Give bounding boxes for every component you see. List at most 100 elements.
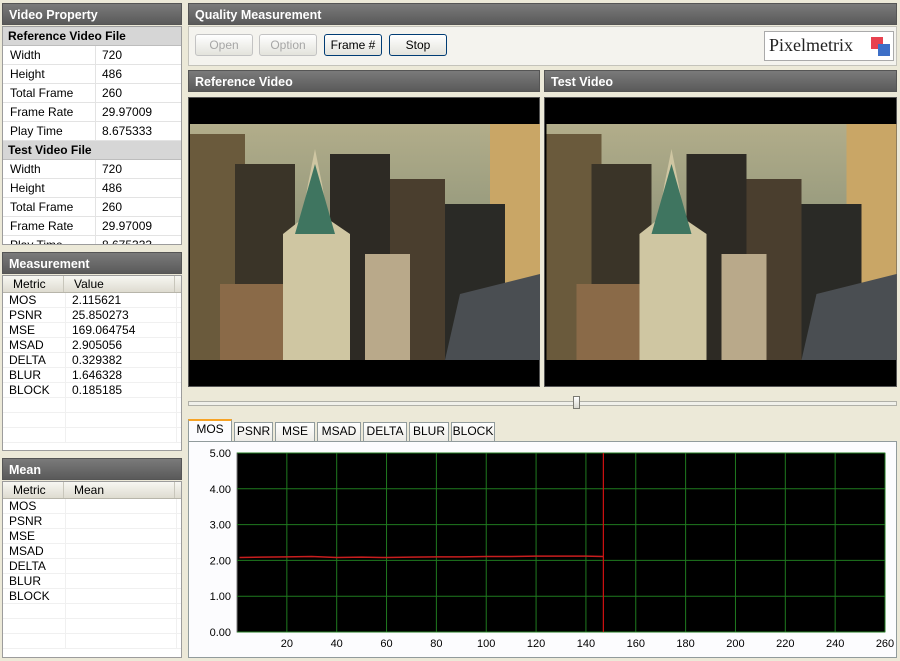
property-label: Frame Rate: [3, 217, 96, 235]
value-cell: [66, 559, 177, 573]
table-row[interactable]: BLUR 1.646328: [3, 368, 181, 383]
video-property-panel: Reference Video File Width 720 Height 486 To…: [2, 26, 182, 245]
tab-mos[interactable]: MOS: [188, 419, 232, 442]
property-value: 8.675333: [102, 124, 153, 138]
metric-cell: BLUR: [3, 368, 66, 382]
metric-cell: DELTA: [3, 353, 66, 367]
y-tick-label: 0.00: [210, 627, 231, 639]
property-row: Height 486: [3, 179, 181, 198]
value-cell: [66, 413, 177, 427]
table-row[interactable]: [3, 619, 181, 634]
table-row[interactable]: [3, 413, 181, 428]
open-button[interactable]: Open: [195, 34, 253, 56]
table-row[interactable]: PSNR 25.850273: [3, 308, 181, 323]
table-row[interactable]: [3, 634, 181, 649]
metric-cell: MSAD: [3, 544, 66, 558]
mean-title: Mean: [9, 463, 41, 477]
mean-grid[interactable]: Metric Mean MOS PSNR MSE MSAD DELTA BLUR BLOCK: [2, 481, 182, 658]
test-video-image: [546, 124, 897, 360]
tab-delta[interactable]: DELTA: [363, 422, 407, 441]
x-tick-label: 260: [876, 638, 894, 650]
column-value[interactable]: Value: [64, 276, 175, 292]
tab-blur[interactable]: BLUR: [409, 422, 449, 441]
measurement-grid-header: Metric Value: [3, 276, 181, 293]
y-tick-label: 4.00: [210, 484, 231, 496]
slider-thumb[interactable]: [573, 396, 580, 409]
test-video-label: Test Video: [551, 75, 614, 89]
table-row[interactable]: MOS: [3, 499, 181, 514]
mean-header: Mean: [2, 458, 182, 480]
value-cell: [66, 544, 177, 558]
frame-number-button[interactable]: Frame #: [324, 34, 382, 56]
column-metric[interactable]: Metric: [3, 276, 64, 292]
property-label: Height: [3, 179, 96, 197]
metric-cell: [3, 413, 66, 427]
mos-chart: 20 40 60 80 100 120 140 160 180 200 220 240 260 0.00 1…: [210, 448, 895, 650]
table-row[interactable]: DELTA: [3, 559, 181, 574]
metric-cell: MOS: [3, 293, 66, 307]
stop-button[interactable]: Stop: [389, 34, 447, 56]
option-button[interactable]: Option: [259, 34, 317, 56]
y-tick-label: 1.00: [210, 591, 231, 603]
x-tick-label: 200: [726, 638, 744, 650]
measurement-grid[interactable]: Metric Value MOS 2.115621 PSNR 25.850273 MSE…: [2, 275, 182, 451]
table-row[interactable]: PSNR: [3, 514, 181, 529]
chart-panel: 20 40 60 80 100 120 140 160 180 200 220 240 260 0.00 1…: [188, 441, 897, 658]
table-row[interactable]: BLUR: [3, 574, 181, 589]
table-row[interactable]: MSE: [3, 529, 181, 544]
table-row[interactable]: [3, 398, 181, 413]
value-cell: [66, 428, 177, 442]
value-cell: 25.850273: [66, 308, 177, 322]
value-cell: [66, 604, 177, 618]
metric-cell: MOS: [3, 499, 66, 513]
metric-cell: BLOCK: [3, 589, 66, 603]
x-tick-label: 20: [281, 638, 293, 650]
table-row[interactable]: MSAD 2.905056: [3, 338, 181, 353]
reference-video-frame: [188, 97, 540, 387]
property-value: 486: [102, 67, 123, 81]
logo-mark-icon: [871, 37, 891, 57]
tab-block[interactable]: BLOCK: [451, 422, 495, 441]
x-tick-label: 220: [776, 638, 794, 650]
test-video-file-header: Test Video File: [3, 141, 181, 160]
property-value: 260: [102, 86, 123, 100]
property-row: Play Time 8.675333: [3, 122, 181, 141]
tab-mse[interactable]: MSE: [275, 422, 315, 441]
frame-slider[interactable]: [188, 396, 897, 410]
x-tick-label: 140: [577, 638, 595, 650]
tab-psnr[interactable]: PSNR: [234, 422, 273, 441]
value-cell: [66, 499, 177, 513]
table-row[interactable]: [3, 428, 181, 443]
property-label: Total Frame: [3, 84, 96, 102]
y-tick-label: 2.00: [210, 555, 231, 567]
column-mean[interactable]: Mean: [64, 482, 175, 498]
table-row[interactable]: DELTA 0.329382: [3, 353, 181, 368]
video-property-title: Video Property: [9, 8, 98, 22]
column-metric[interactable]: Metric: [3, 482, 64, 498]
table-row[interactable]: [3, 604, 181, 619]
measurement-header: Measurement: [2, 252, 182, 274]
property-row: Play Time 8.675333: [3, 236, 181, 244]
value-cell: [66, 514, 177, 528]
tab-msad[interactable]: MSAD: [317, 422, 361, 441]
logo-text: Pixelmetrix: [769, 35, 853, 55]
property-value: 29.97009: [102, 219, 153, 233]
pixelmetrix-logo: Pixelmetrix: [764, 31, 894, 61]
table-row[interactable]: MSE 169.064754: [3, 323, 181, 338]
table-row[interactable]: BLOCK: [3, 589, 181, 604]
y-tick-label: 5.00: [210, 448, 231, 460]
test-video-frame: [544, 97, 897, 387]
value-cell: [66, 574, 177, 588]
quality-measurement-title: Quality Measurement: [195, 8, 322, 22]
value-cell: [66, 634, 177, 648]
reference-video-image: [190, 124, 540, 360]
table-row[interactable]: MSAD: [3, 544, 181, 559]
table-row[interactable]: BLOCK 0.185185: [3, 383, 181, 398]
property-value: 29.97009: [102, 105, 153, 119]
metric-cell: BLUR: [3, 574, 66, 588]
table-row[interactable]: MOS 2.115621: [3, 293, 181, 308]
property-value: 720: [102, 48, 123, 62]
x-tick-label: 180: [676, 638, 694, 650]
property-label: Width: [3, 160, 96, 178]
value-cell: [66, 398, 177, 412]
